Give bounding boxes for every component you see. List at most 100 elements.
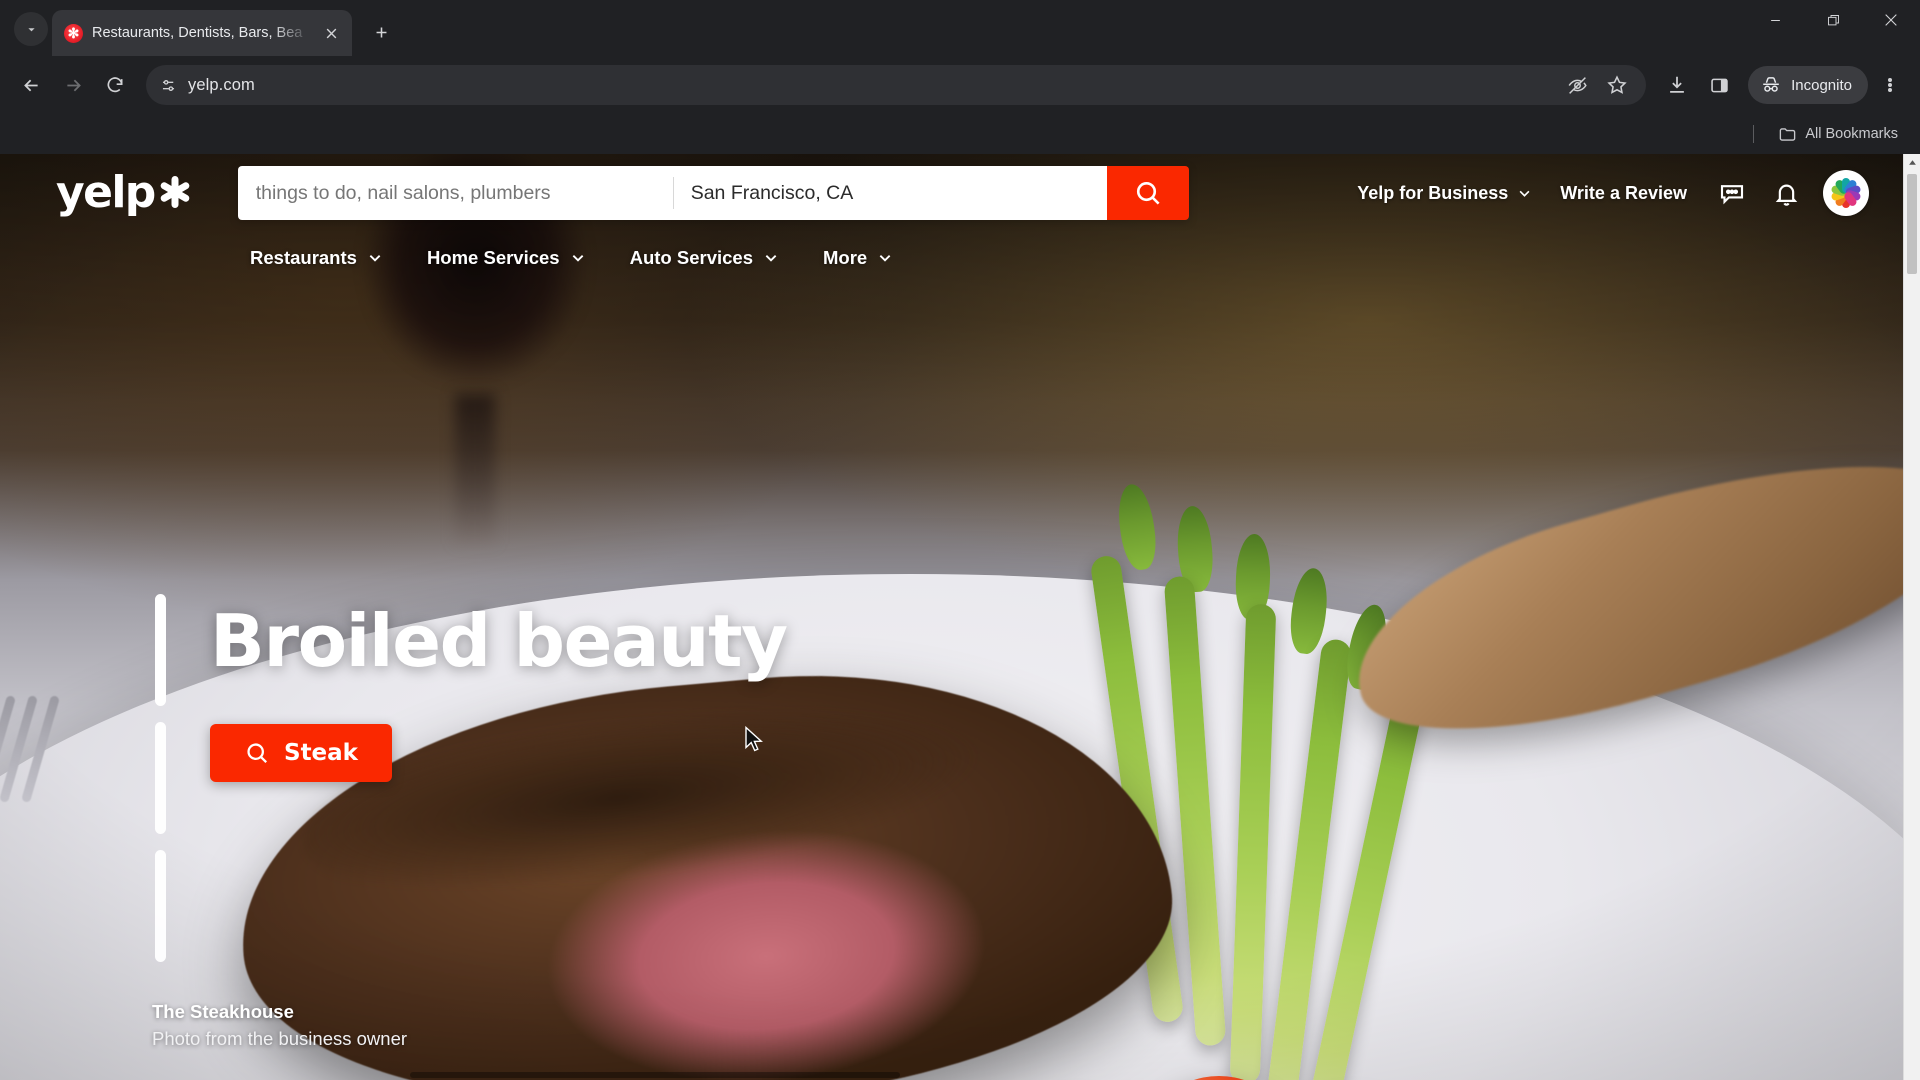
search-near-field[interactable] xyxy=(672,166,1107,220)
chevron-down-icon xyxy=(879,255,891,262)
hero-title: Broiled beauty xyxy=(210,599,788,683)
hero-caption-title: The Steakhouse xyxy=(152,1001,294,1022)
minimize-button[interactable] xyxy=(1746,0,1804,40)
search-near-input[interactable] xyxy=(690,181,1089,205)
chevron-down-icon xyxy=(765,255,777,262)
hero-caption-subtitle: Photo from the business owner xyxy=(152,1028,408,1049)
messages-icon xyxy=(1720,185,1744,205)
avatar-burst-icon xyxy=(1829,176,1863,210)
category-nav: Restaurants Home Services Auto Services … xyxy=(0,232,1903,284)
hero-progress-bars[interactable] xyxy=(155,594,166,962)
close-window-button[interactable] xyxy=(1862,0,1920,40)
site-info-button[interactable] xyxy=(152,69,184,101)
incognito-hat-icon xyxy=(1763,77,1779,92)
tab-search-button[interactable] xyxy=(14,12,48,46)
star-icon xyxy=(1607,75,1627,94)
search-icon xyxy=(1136,181,1160,205)
folder-icon xyxy=(1780,127,1796,141)
category-label: More xyxy=(823,247,868,268)
bookmarks-divider xyxy=(1753,125,1755,143)
tab-title: Restaurants, Dentists, Bars, Bea xyxy=(92,25,303,41)
arrow-left-icon xyxy=(23,79,38,91)
hero-caption: The Steakhouse Photo from the business o… xyxy=(152,1001,407,1050)
notifications-bell-icon xyxy=(1775,184,1797,206)
all-bookmarks-button[interactable]: All Bookmarks xyxy=(1770,120,1906,149)
yelp-for-business-label: Yelp for Business xyxy=(1357,182,1509,203)
close-icon xyxy=(1885,14,1897,26)
address-bar[interactable]: yelp.com xyxy=(146,65,1647,105)
notifications-button[interactable] xyxy=(1763,170,1809,216)
minimize-icon xyxy=(1770,19,1780,21)
yelp-header: yelp things to do, nail salons, plumbers… xyxy=(0,154,1903,232)
hero-steak-button[interactable]: Steak xyxy=(210,723,392,782)
side-panel-button[interactable] xyxy=(1700,66,1738,104)
back-button[interactable] xyxy=(12,66,50,104)
write-a-review-label: Write a Review xyxy=(1560,182,1687,203)
messages-button[interactable] xyxy=(1709,170,1755,216)
arrow-right-icon xyxy=(66,79,81,91)
scroll-up-button[interactable] xyxy=(1904,154,1920,171)
incognito-indicator[interactable]: Incognito xyxy=(1748,66,1868,104)
downloads-button[interactable] xyxy=(1658,66,1696,104)
all-bookmarks-label: All Bookmarks xyxy=(1805,126,1898,142)
vertical-scrollbar[interactable] xyxy=(1903,154,1920,1080)
close-icon xyxy=(326,28,336,38)
page-viewport: yelp things to do, nail salons, plumbers… xyxy=(0,154,1920,1080)
write-a-review-link[interactable]: Write a Review xyxy=(1546,173,1701,214)
tab-close-button[interactable] xyxy=(320,22,342,44)
browser-tab[interactable]: ✻ Restaurants, Dentists, Bars, Bea xyxy=(52,10,352,56)
category-home-services[interactable]: Home Services xyxy=(405,239,608,277)
hero-bar-2[interactable] xyxy=(155,722,166,834)
category-restaurants[interactable]: Restaurants xyxy=(228,239,405,277)
category-label: Home Services xyxy=(426,247,560,268)
category-auto-services[interactable]: Auto Services xyxy=(608,239,801,277)
download-icon xyxy=(1670,76,1684,93)
plus-icon xyxy=(376,27,386,37)
url-text: yelp.com xyxy=(188,75,255,94)
yelp-logo[interactable]: yelp xyxy=(56,166,192,218)
yelp-burst-icon: ✻ xyxy=(64,23,83,43)
tracking-protection-button[interactable] xyxy=(1558,66,1596,104)
search-find-input[interactable] xyxy=(255,181,655,205)
horizontal-scrollbar[interactable] xyxy=(0,1070,1903,1080)
search-submit-button[interactable] xyxy=(1106,166,1189,220)
side-panel-icon xyxy=(1710,78,1728,92)
user-avatar[interactable] xyxy=(1823,170,1869,216)
chevron-down-icon xyxy=(1519,190,1530,197)
bookmarks-bar: All Bookmarks xyxy=(0,114,1920,154)
browser-window: ✻ Restaurants, Dentists, Bars, Bea yelp.… xyxy=(0,0,1920,1080)
new-tab-button[interactable] xyxy=(364,15,398,49)
eye-off-icon xyxy=(1568,76,1587,94)
hero-bar-1[interactable] xyxy=(155,594,166,706)
chevron-down-icon xyxy=(572,255,583,262)
yelp-search-bar xyxy=(237,166,1189,220)
hero-cta-label: Steak xyxy=(284,739,358,766)
incognito-label: Incognito xyxy=(1791,76,1852,94)
tune-settings-icon xyxy=(162,79,174,91)
chevron-down-icon xyxy=(27,27,35,31)
category-label: Restaurants xyxy=(250,247,357,268)
bookmark-button[interactable] xyxy=(1598,66,1636,104)
reload-icon xyxy=(107,77,123,93)
search-icon xyxy=(247,743,268,763)
three-dot-menu-icon xyxy=(1888,77,1892,94)
yelp-burst-icon xyxy=(158,175,192,209)
browser-toolbar: yelp.com Incognito xyxy=(0,56,1920,114)
search-find-field[interactable] xyxy=(237,166,673,220)
forward-button[interactable] xyxy=(54,66,92,104)
yelp-logo-text: yelp xyxy=(56,166,156,218)
category-more[interactable]: More xyxy=(801,239,915,277)
scrollbar-thumb[interactable] xyxy=(1907,174,1917,274)
yelp-header-links: Yelp for Business Write a Review xyxy=(1343,170,1869,216)
maximize-button[interactable] xyxy=(1804,0,1862,40)
chrome-menu-button[interactable] xyxy=(1872,66,1908,104)
fork-decor xyxy=(0,694,90,834)
tab-strip: ✻ Restaurants, Dentists, Bars, Bea xyxy=(0,0,1920,56)
hero-content: Broiled beauty Steak xyxy=(210,599,788,782)
horizontal-scrollbar-thumb xyxy=(410,1072,900,1078)
category-label: Auto Services xyxy=(629,247,753,268)
reload-button[interactable] xyxy=(96,66,134,104)
hero-bar-3[interactable] xyxy=(155,850,166,962)
omnibox-actions xyxy=(1558,66,1636,104)
yelp-for-business-link[interactable]: Yelp for Business xyxy=(1343,173,1546,214)
